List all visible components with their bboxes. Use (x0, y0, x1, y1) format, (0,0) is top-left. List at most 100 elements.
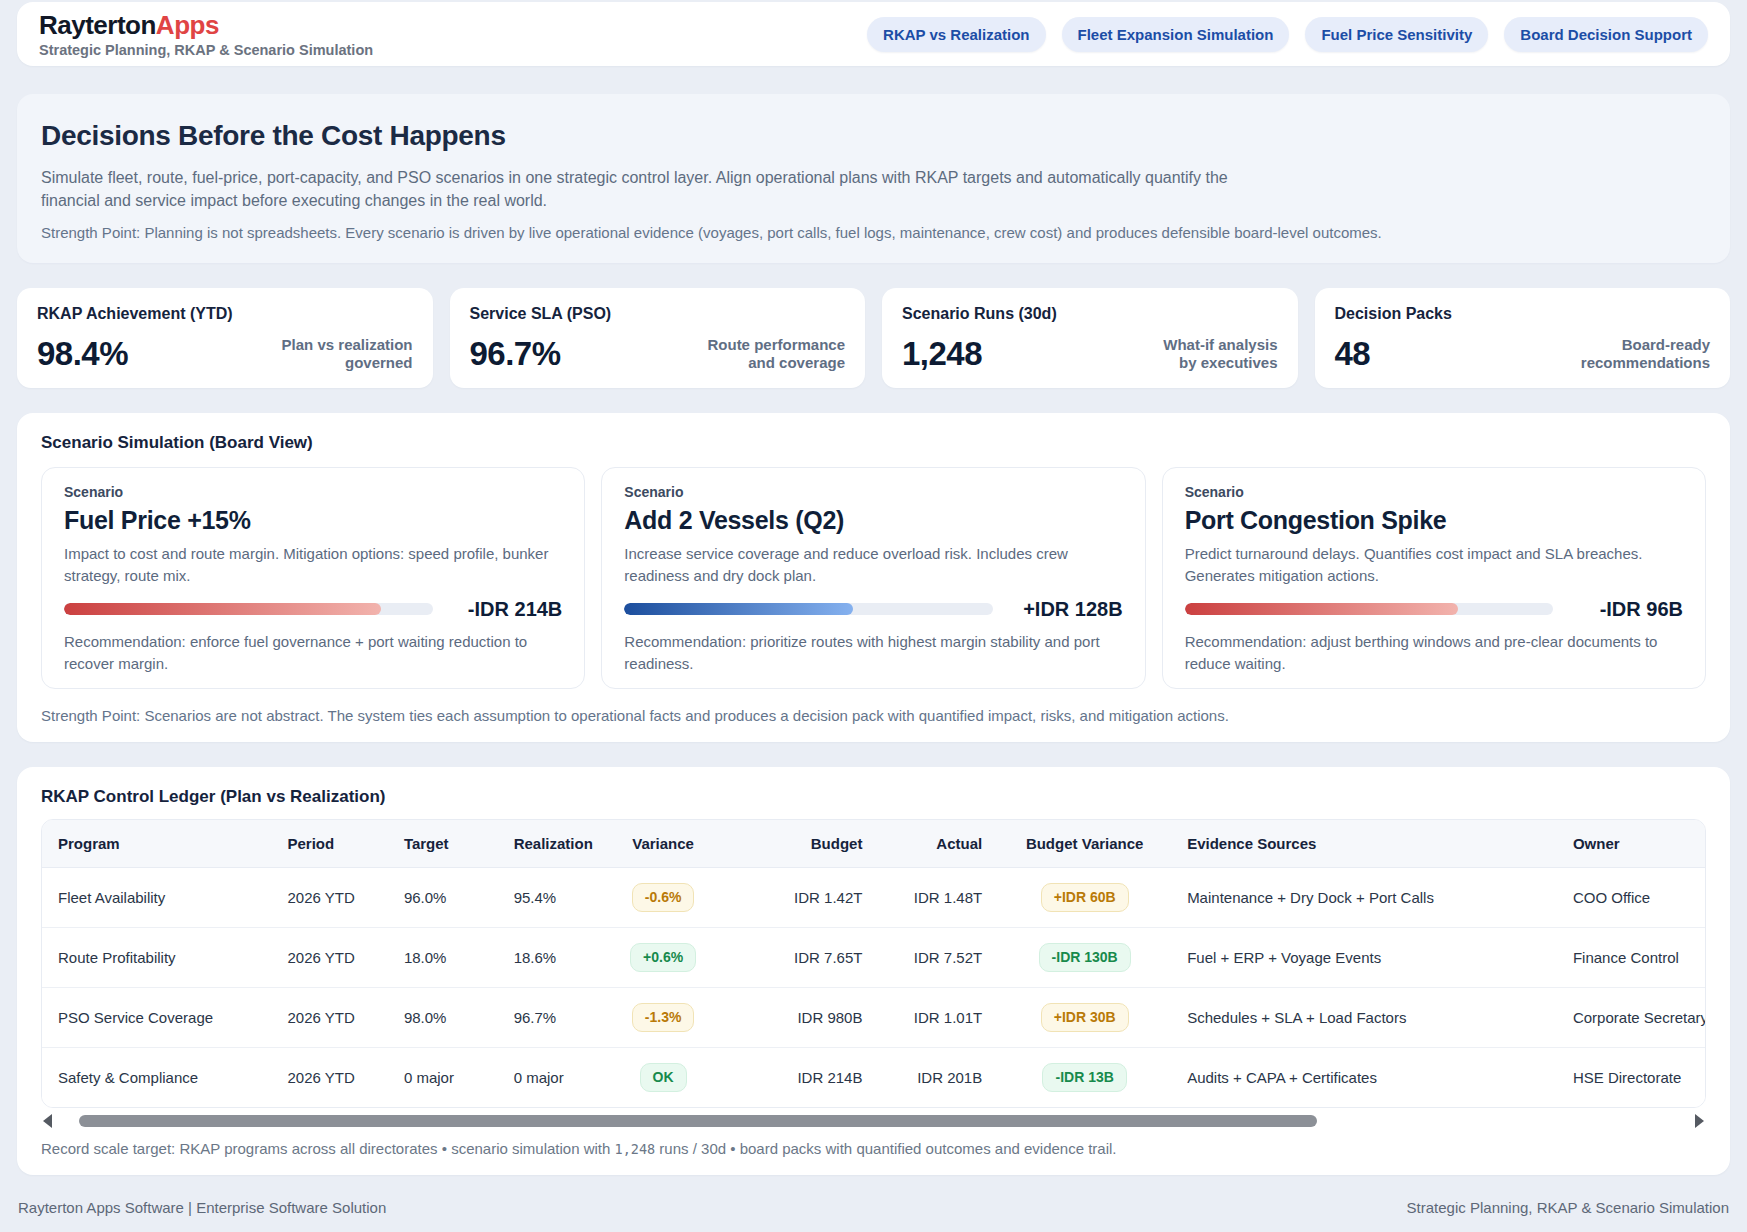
brand-block: RaytertonApps Strategic Planning, RKAP &… (39, 10, 373, 58)
cell-program: Safety & Compliance (42, 1047, 271, 1106)
cell-budget-variance: +IDR 30B (998, 988, 1171, 1048)
ledger-header-row: ProgramPeriodTargetRealizationVariance Bu… (42, 820, 1705, 868)
cell-budget: IDR 214B (712, 1047, 878, 1106)
kpi-note: Plan vs realizationgoverned (282, 336, 413, 374)
impact-bar-track (624, 603, 993, 615)
cell-variance: -1.3% (614, 988, 712, 1048)
budget-variance-badge: -IDR 130B (1039, 943, 1131, 972)
budget-variance-badge: -IDR 13B (1042, 1063, 1126, 1092)
footer-right: Strategic Planning, RKAP & Scenario Simu… (1407, 1199, 1729, 1216)
column-header-owner: Owner (1557, 820, 1705, 868)
ledger-table-wrap: ProgramPeriodTargetRealizationVariance Bu… (41, 819, 1706, 1107)
cell-realization: 0 major (498, 1047, 614, 1106)
cell-program: Route Profitability (42, 928, 271, 988)
scenario-title: Port Congestion Spike (1185, 506, 1683, 535)
column-header-realization: Realization (498, 820, 614, 868)
footer-left: Rayterton Apps Software | Enterprise Sof… (18, 1199, 386, 1216)
cell-actual: IDR 1.48T (878, 868, 998, 928)
cell-program: Fleet Availability (42, 868, 271, 928)
cell-actual: IDR 201B (878, 1047, 998, 1106)
budget-variance-badge: +IDR 60B (1041, 883, 1129, 912)
nav-pill-board-decision-support[interactable]: Board Decision Support (1504, 17, 1708, 52)
cell-program: PSO Service Coverage (42, 988, 271, 1048)
kpi-label: Scenario Runs (30d) (902, 305, 1278, 323)
scenario-kicker: Scenario (624, 484, 1122, 500)
kpi-card-2: Scenario Runs (30d)1,248What-if analysis… (882, 288, 1298, 388)
cell-realization: 95.4% (498, 868, 614, 928)
cell-budget: IDR 7.65T (712, 928, 878, 988)
kpi-label: Service SLA (PSO) (470, 305, 846, 323)
cell-realization: 96.7% (498, 988, 614, 1048)
nav-pills: RKAP vs Realization Fleet Expansion Simul… (867, 17, 1708, 52)
scenario-impact-value: +IDR 128B (1009, 598, 1123, 621)
footnote-post: runs / 30d • board packs with quantified… (655, 1140, 1116, 1157)
table-row: PSO Service Coverage2026 YTD98.0%96.7%-1… (42, 988, 1705, 1048)
footnote-pre: Record scale target: RKAP programs acros… (41, 1140, 615, 1157)
cell-variance: OK (614, 1047, 712, 1106)
app-header: RaytertonApps Strategic Planning, RKAP &… (17, 2, 1730, 66)
cell-variance: -0.6% (614, 868, 712, 928)
brand-name-accent: Apps (156, 10, 219, 40)
scenario-kicker: Scenario (64, 484, 562, 500)
scenario-recommendation: Recommendation: enforce fuel governance … (64, 631, 562, 675)
kpi-label: RKAP Achievement (YTD) (37, 305, 413, 323)
scrollbar-thumb[interactable] (79, 1115, 1317, 1127)
cell-budget: IDR 1.42T (712, 868, 878, 928)
scenario-cards: ScenarioFuel Price +15%Impact to cost an… (41, 467, 1706, 689)
cell-target: 0 major (388, 1047, 498, 1106)
scenario-section-title: Scenario Simulation (Board View) (41, 433, 1706, 453)
column-header-period: Period (271, 820, 387, 868)
scenario-recommendation: Recommendation: adjust berthing windows … (1185, 631, 1683, 675)
cell-actual: IDR 7.52T (878, 928, 998, 988)
kpi-card-3: Decision Packs48Board-readyrecommendatio… (1315, 288, 1731, 388)
ledger-table: ProgramPeriodTargetRealizationVariance Bu… (42, 820, 1705, 1106)
impact-bar-track (1185, 603, 1554, 615)
column-header-program: Program (42, 820, 271, 868)
kpi-note: Board-readyrecommendations (1581, 336, 1710, 374)
kpi-note: Route performanceand coverage (707, 336, 845, 374)
cell-period: 2026 YTD (271, 868, 387, 928)
nav-pill-fuel-price-sensitivity[interactable]: Fuel Price Sensitivity (1305, 17, 1488, 52)
scenario-strength-point: Strength Point: Scenarios are not abstra… (41, 707, 1706, 724)
cell-owner: HSE Directorate (1557, 1047, 1705, 1106)
scenario-recommendation: Recommendation: prioritize routes with h… (624, 631, 1122, 675)
ledger-section: RKAP Control Ledger (Plan vs Realization… (17, 767, 1730, 1174)
scrollbar-left-arrow-icon[interactable] (43, 1114, 52, 1128)
horizontal-scrollbar[interactable] (41, 1114, 1706, 1128)
scenario-description: Increase service coverage and reduce ove… (624, 543, 1122, 586)
brand-name-primary: Rayterton (39, 10, 156, 40)
kpi-card-1: Service SLA (PSO)96.7%Route performancea… (450, 288, 866, 388)
footnote-count: 1,248 (615, 1141, 656, 1157)
column-header-variance: Variance (614, 820, 712, 868)
nav-pill-fleet-expansion-simulation[interactable]: Fleet Expansion Simulation (1062, 17, 1290, 52)
hero-title: Decisions Before the Cost Happens (41, 120, 1706, 152)
hero-section: Decisions Before the Cost Happens Simula… (17, 94, 1730, 263)
column-header-budget-variance: Budget Variance (998, 820, 1171, 868)
scenario-section: Scenario Simulation (Board View) Scenari… (17, 413, 1730, 742)
nav-pill-rkap-vs-realization[interactable]: RKAP vs Realization (867, 17, 1045, 52)
scrollbar-right-arrow-icon[interactable] (1695, 1114, 1704, 1128)
cell-evidence: Fuel + ERP + Voyage Events (1171, 928, 1557, 988)
ledger-title: RKAP Control Ledger (Plan vs Realization… (41, 787, 1706, 807)
cell-period: 2026 YTD (271, 988, 387, 1048)
scenario-card-1: ScenarioAdd 2 Vessels (Q2)Increase servi… (601, 467, 1145, 689)
cell-owner: Finance Control (1557, 928, 1705, 988)
table-row: Fleet Availability2026 YTD96.0%95.4%-0.6… (42, 868, 1705, 928)
column-header-evidence-sources: Evidence Sources (1171, 820, 1557, 868)
scrollbar-track[interactable] (59, 1115, 1688, 1127)
cell-evidence: Audits + CAPA + Certificates (1171, 1047, 1557, 1106)
scenario-card-0: ScenarioFuel Price +15%Impact to cost an… (41, 467, 585, 689)
impact-bar-fill (64, 603, 381, 615)
cell-budget: IDR 980B (712, 988, 878, 1048)
variance-badge: +0.6% (630, 943, 696, 972)
column-header-target: Target (388, 820, 498, 868)
impact-bar-track (64, 603, 433, 615)
scenario-card-2: ScenarioPort Congestion SpikePredict tur… (1162, 467, 1706, 689)
cell-owner: COO Office (1557, 868, 1705, 928)
hero-description: Simulate fleet, route, fuel-price, port-… (41, 166, 1266, 212)
table-row: Safety & Compliance2026 YTD0 major0 majo… (42, 1047, 1705, 1106)
scenario-impact-value: -IDR 96B (1569, 598, 1683, 621)
brand-tagline: Strategic Planning, RKAP & Scenario Simu… (39, 42, 373, 58)
kpi-value: 1,248 (902, 335, 982, 373)
cell-target: 98.0% (388, 988, 498, 1048)
